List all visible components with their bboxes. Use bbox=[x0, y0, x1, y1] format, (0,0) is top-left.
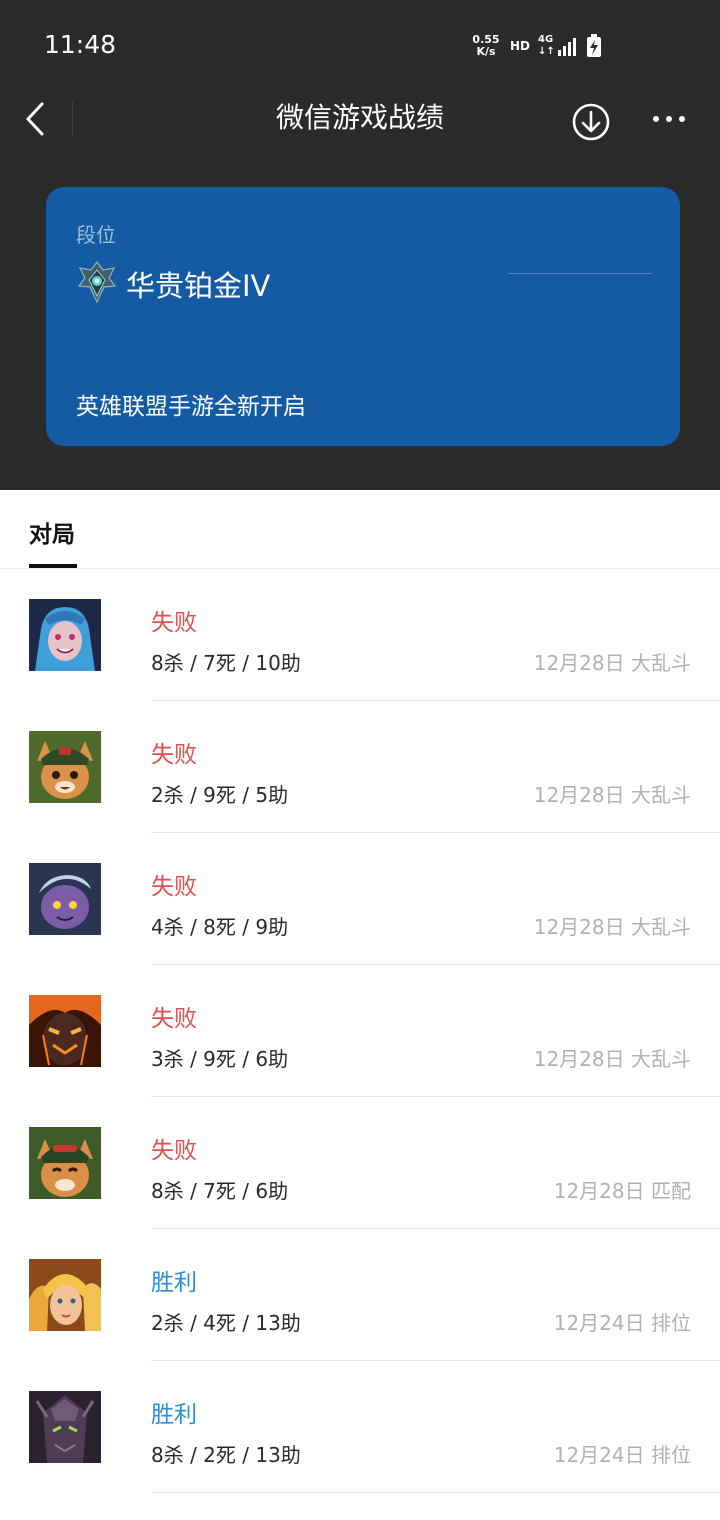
match-item[interactable]: 失败 8杀 / 7死 / 6助 12月28日 匹配 bbox=[0, 1097, 720, 1229]
match-item[interactable]: 失败 8杀 / 7死 / 10助 12月28日 大乱斗 bbox=[0, 569, 720, 701]
network-type-label: 4G bbox=[538, 34, 554, 45]
match-item[interactable]: 失败 4杀 / 8死 / 9助 12月28日 大乱斗 bbox=[0, 833, 720, 965]
match-kda: 3杀 / 9死 / 6助 bbox=[151, 1047, 289, 1071]
match-result: 失败 bbox=[151, 610, 197, 636]
match-date-mode: 12月28日 匹配 bbox=[553, 1179, 691, 1203]
network-speed: 0.55 K/s bbox=[470, 34, 502, 58]
match-result: 失败 bbox=[151, 1138, 197, 1164]
match-item[interactable]: 失败 2杀 / 9死 / 5助 12月28日 大乱斗 bbox=[0, 701, 720, 833]
rank-card[interactable]: 段位 华贵铂金IV 英雄联盟手游全新开启 bbox=[46, 187, 680, 446]
row-divider bbox=[151, 1492, 720, 1493]
lux-champion-avatar bbox=[29, 1259, 101, 1331]
match-list: 失败 8杀 / 7死 / 10助 12月28日 大乱斗 失败 2杀 / 9死 /… bbox=[0, 569, 720, 1493]
rank-label: 段位 bbox=[76, 223, 116, 247]
match-result: 失败 bbox=[151, 874, 197, 900]
hd-indicator: HD bbox=[510, 39, 531, 53]
match-date-mode: 12月28日 大乱斗 bbox=[533, 783, 691, 807]
match-date-mode: 12月28日 大乱斗 bbox=[533, 915, 691, 939]
top-header-area: 11:48 0.55 K/s HD 4G ↓↑ 微信游戏战绩 段位 华贵铂金IV… bbox=[0, 0, 720, 490]
jinx-champion-avatar bbox=[29, 599, 101, 671]
match-result: 胜利 bbox=[151, 1270, 197, 1296]
network-speed-unit: K/s bbox=[476, 45, 496, 58]
brand-champion-avatar bbox=[29, 995, 101, 1067]
match-date-mode: 12月24日 排位 bbox=[553, 1311, 691, 1335]
signal-strength-icon bbox=[558, 38, 576, 56]
status-time: 11:48 bbox=[44, 30, 117, 59]
teemo-champion-avatar bbox=[29, 1127, 101, 1199]
match-item[interactable]: 胜利 8杀 / 2死 / 13助 12月24日 排位 bbox=[0, 1361, 720, 1493]
more-options-button[interactable] bbox=[648, 104, 690, 134]
teemo-champion-avatar bbox=[29, 731, 101, 803]
match-result: 胜利 bbox=[151, 1402, 197, 1428]
match-item[interactable]: 失败 3杀 / 9死 / 6助 12月28日 大乱斗 bbox=[0, 965, 720, 1097]
battery-charging-icon bbox=[587, 34, 601, 57]
malzahar-champion-avatar bbox=[29, 1391, 101, 1463]
platinum-rank-emblem-icon bbox=[77, 261, 117, 304]
match-kda: 2杀 / 4死 / 13助 bbox=[151, 1311, 301, 1335]
page-title: 微信游戏战绩 bbox=[275, 101, 444, 134]
rank-card-promo-text[interactable]: 英雄联盟手游全新开启 bbox=[76, 387, 306, 421]
match-kda: 8杀 / 7死 / 10助 bbox=[151, 651, 301, 675]
match-date-mode: 12月28日 大乱斗 bbox=[533, 651, 691, 675]
match-kda: 4杀 / 8死 / 9助 bbox=[151, 915, 289, 939]
match-kda: 2杀 / 9死 / 5助 bbox=[151, 783, 289, 807]
tab-matches[interactable]: 对局 bbox=[29, 515, 75, 549]
match-result: 失败 bbox=[151, 1006, 197, 1032]
rank-progress-line bbox=[508, 273, 652, 274]
match-kda: 8杀 / 2死 / 13助 bbox=[151, 1443, 301, 1467]
match-date-mode: 12月24日 排位 bbox=[553, 1443, 691, 1467]
match-kda: 8杀 / 7死 / 6助 bbox=[151, 1179, 289, 1203]
match-item[interactable]: 胜利 2杀 / 4死 / 13助 12月24日 排位 bbox=[0, 1229, 720, 1361]
network-type-indicator: 4G ↓↑ bbox=[538, 34, 555, 58]
content-area: 对局 失败 8杀 / 7死 / 10助 12月28日 大乱斗 失败 2杀 / 9… bbox=[0, 490, 720, 1520]
match-result: 失败 bbox=[151, 742, 197, 768]
page: 11:48 0.55 K/s HD 4G ↓↑ 微信游戏战绩 段位 华贵铂金IV… bbox=[0, 0, 720, 1520]
data-arrows-icon: ↓↑ bbox=[538, 46, 555, 57]
tristana-champion-avatar bbox=[29, 863, 101, 935]
download-button[interactable] bbox=[570, 101, 612, 143]
match-date-mode: 12月28日 大乱斗 bbox=[533, 1047, 691, 1071]
rank-name: 华贵铂金IV bbox=[126, 269, 271, 303]
